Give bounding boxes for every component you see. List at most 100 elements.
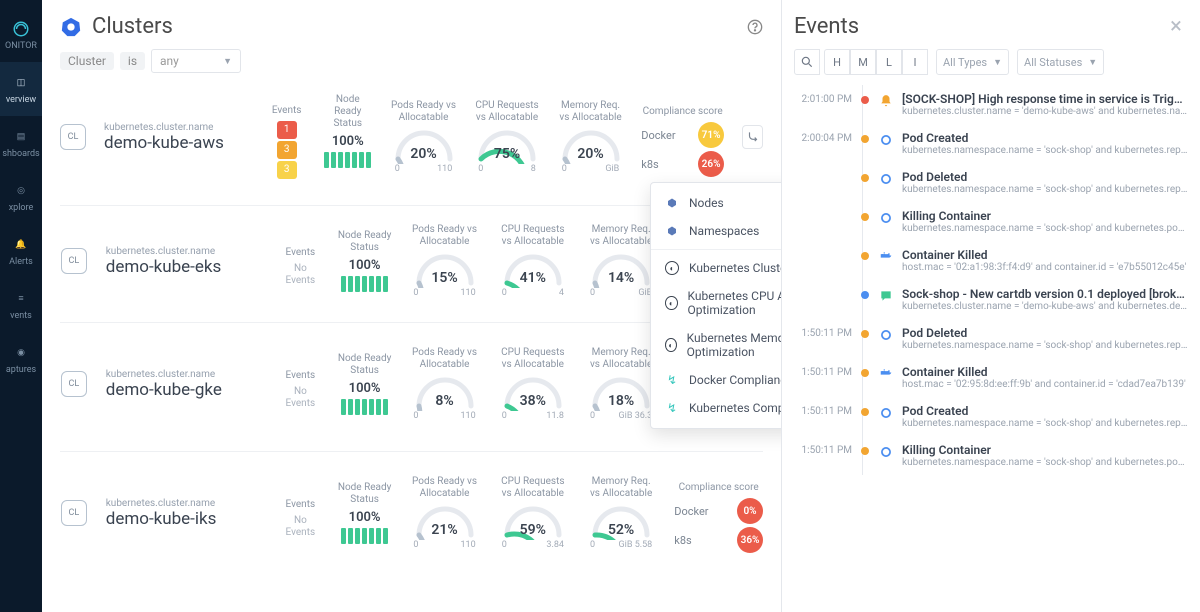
event-time: 2:01:00 PM	[794, 92, 852, 117]
chevron-down-icon: ▼	[993, 57, 1002, 68]
event-title: Pod Deleted	[902, 326, 1188, 340]
mem-gauge: Memory Req. vs Allocatable 20% 0GiB	[558, 100, 624, 174]
dropdown-item[interactable]: Nodes	[651, 189, 782, 217]
whale-icon	[878, 366, 894, 382]
filter-field[interactable]: Cluster	[60, 52, 114, 70]
event-item[interactable]: Killing Container kubernetes.namespace.n…	[794, 202, 1188, 241]
event-subtitle: kubernetes.cluster.name = 'demo-kube-aws…	[902, 301, 1188, 312]
severity-i[interactable]: I	[902, 49, 928, 75]
whale-icon	[878, 249, 894, 265]
event-item[interactable]: 1:50:11 PM Killing Container kubernetes.…	[794, 436, 1188, 475]
sidebar-icon: 🔔	[12, 236, 30, 254]
sidebar-item-vents[interactable]: ≡vents	[0, 278, 42, 332]
events-list: 2:01:00 PM [SOCK-SHOP] High response tim…	[794, 85, 1188, 475]
event-title: Pod Created	[902, 404, 1188, 418]
ready-bars	[323, 152, 373, 168]
event-subtitle: kubernetes.cluster.name = 'demo-kube-aws…	[902, 106, 1188, 117]
severity-m[interactable]: M	[850, 49, 876, 75]
circle-icon	[878, 444, 894, 460]
mem-gauge: Memory Req. vs Allocatable 18% 0GiB 36.3	[586, 347, 656, 421]
sidebar-item-xplore[interactable]: ◎xplore	[0, 170, 42, 224]
event-subtitle: host.mac = '02:a1:98:3f:f4:d9' and conta…	[902, 262, 1188, 273]
event-item[interactable]: 1:50:11 PM Pod Deleted kubernetes.namesp…	[794, 319, 1188, 358]
chat-icon	[878, 288, 894, 304]
hex-icon	[665, 224, 679, 238]
report-icon: ↯	[665, 373, 679, 387]
dropdown-item[interactable]: ↯Docker Compliance Report	[651, 366, 782, 394]
filter-op[interactable]: is	[120, 52, 145, 70]
event-badge[interactable]: 1	[277, 121, 297, 139]
event-title: Pod Created	[902, 131, 1188, 145]
dropdown-label: Kubernetes Memory Allocation Optimizatio…	[687, 331, 782, 359]
sidebar-brand[interactable]: ONITOR	[0, 8, 42, 62]
brand-label: ONITOR	[5, 41, 37, 51]
event-badge[interactable]: 3	[277, 141, 297, 159]
event-subtitle: kubernetes.namespace.name = 'sock-shop' …	[902, 340, 1188, 351]
no-events: NoEvents	[281, 515, 320, 539]
event-item[interactable]: 2:01:00 PM [SOCK-SHOP] High response tim…	[794, 85, 1188, 124]
drill-down-button[interactable]	[742, 125, 763, 149]
event-title: Container Killed	[902, 365, 1188, 379]
pods-gauge: Pods Ready vs Allocatable 15% 0110	[409, 224, 479, 298]
dropdown-item[interactable]: ◐ Kubernetes CPU Allocation Optimization	[651, 282, 782, 324]
compass-icon: ◐	[665, 261, 679, 275]
dropdown-item[interactable]: ↯Kubernetes Compliance Report	[651, 394, 782, 422]
node-ready-col: Node Ready Status 100%	[323, 106, 373, 168]
pods-gauge: Pods Ready vs Allocatable 21% 0110	[409, 476, 479, 550]
cluster-row[interactable]: CL kubernetes.cluster.name demo-kube-iks…	[60, 451, 763, 580]
dropdown-item[interactable]: ◐Kubernetes Memory Allocation Optimizati…	[651, 324, 782, 366]
event-item[interactable]: Container Killed host.mac = '02:a1:98:3f…	[794, 241, 1188, 280]
compass-icon: ◐	[665, 296, 678, 310]
event-badge[interactable]: 3	[277, 161, 297, 179]
cluster-name: demo-kube-aws	[104, 133, 251, 153]
node-ready-col: Node Ready Status 100%	[338, 353, 392, 415]
event-item[interactable]: Sock-shop - New cartdb version 0.1 deplo…	[794, 280, 1188, 319]
event-subtitle: kubernetes.namespace.name = 'sock-shop' …	[902, 457, 1188, 468]
search-icon[interactable]	[794, 49, 820, 75]
events-filters: HMLI All Types▼ All Statuses▼	[794, 49, 1188, 75]
cluster-label: kubernetes.cluster.name	[106, 498, 263, 509]
event-item[interactable]: Pod Deleted kubernetes.namespace.name = …	[794, 163, 1188, 202]
sidebar-label: xplore	[9, 203, 34, 213]
close-icon[interactable]: ×	[1164, 15, 1188, 39]
dropdown-label: Kubernetes CPU Allocation Optimization	[688, 289, 783, 317]
cluster-badge: CL	[60, 244, 88, 278]
sidebar-label: vents	[10, 311, 32, 321]
event-dot	[861, 330, 869, 338]
no-events: NoEvents	[281, 263, 320, 287]
types-select[interactable]: All Types▼	[936, 49, 1009, 75]
event-title: Container Killed	[902, 248, 1188, 262]
hex-icon	[665, 196, 679, 210]
circle-icon	[878, 132, 894, 148]
help-icon[interactable]	[747, 19, 763, 35]
dropdown-divider	[651, 249, 782, 250]
event-subtitle: kubernetes.namespace.name = 'sock-shop' …	[902, 145, 1188, 156]
cluster-badge: CL	[60, 120, 86, 154]
col-header: Events	[269, 93, 305, 117]
filter-value-select[interactable]: any ▼	[151, 49, 241, 73]
col-header: Events	[281, 358, 320, 382]
severity-h[interactable]: H	[824, 49, 850, 75]
sidebar-item-alerts[interactable]: 🔔Alerts	[0, 224, 42, 278]
event-item[interactable]: 2:00:04 PM Pod Created kubernetes.namesp…	[794, 124, 1188, 163]
events-title: Events	[794, 14, 859, 39]
sidebar-item-shboards[interactable]: ▤shboards	[0, 116, 42, 170]
comp-badge: 36%	[737, 527, 763, 553]
dropdown-item[interactable]: Namespaces	[651, 217, 782, 245]
event-time	[794, 287, 852, 312]
sidebar-item-aptures[interactable]: ◉aptures	[0, 332, 42, 386]
comp-label: Docker	[674, 505, 708, 518]
event-subtitle: kubernetes.namespace.name = 'sock-shop' …	[902, 418, 1188, 429]
event-item[interactable]: 1:50:11 PM Pod Created kubernetes.namesp…	[794, 397, 1188, 436]
sidebar-item-verview[interactable]: ◫verview	[0, 62, 42, 116]
cluster-name: demo-kube-iks	[106, 509, 263, 529]
dropdown-item[interactable]: ◐Kubernetes Cluster Overview	[651, 254, 782, 282]
event-item[interactable]: 1:50:11 PM Container Killed host.mac = '…	[794, 358, 1188, 397]
severity-l[interactable]: L	[876, 49, 902, 75]
filter-bar: Cluster is any ▼	[60, 49, 763, 73]
statuses-select[interactable]: All Statuses▼	[1017, 49, 1104, 75]
event-title: Killing Container	[902, 443, 1188, 457]
cpu-gauge: CPU Requests vs Allocatable 75% 08	[474, 100, 540, 174]
dropdown-label: Kubernetes Compliance Report	[689, 401, 782, 415]
sidebar-label: verview	[6, 95, 36, 105]
